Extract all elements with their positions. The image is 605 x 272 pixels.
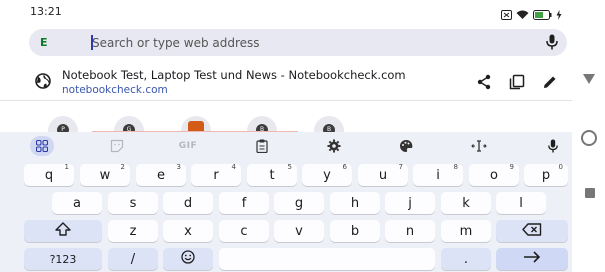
key-y[interactable]: y6 (302, 163, 352, 186)
space-key[interactable] (219, 248, 435, 270)
key-hint: 8 (453, 163, 458, 171)
key-label: q (44, 167, 54, 183)
suggestion-row[interactable]: Notebook Test, Laptop Test und News - No… (29, 62, 572, 102)
keyboard-mic-icon[interactable] (543, 136, 563, 156)
key-l[interactable]: l (496, 192, 546, 214)
key-hint: 6 (342, 163, 347, 171)
key-label: u (378, 167, 388, 183)
key-hint: 3 (176, 163, 181, 171)
clipboard-icon[interactable] (252, 136, 272, 156)
key-label: i (436, 167, 440, 183)
back-button-icon[interactable] (582, 70, 596, 89)
battery-icon (533, 5, 552, 24)
period-key[interactable]: . (441, 248, 491, 270)
key-hint: 1 (64, 163, 69, 171)
key-label: p (541, 167, 551, 183)
key-n[interactable]: n (385, 220, 435, 242)
key-e[interactable]: e3 (136, 163, 186, 186)
key-h[interactable]: h (330, 192, 380, 214)
key-t[interactable]: t5 (247, 163, 297, 186)
key-hint: 9 (509, 163, 514, 171)
key-w[interactable]: w2 (80, 163, 130, 186)
key-g[interactable]: g (274, 192, 324, 214)
palette-icon[interactable] (396, 136, 416, 156)
key-f[interactable]: f (219, 192, 269, 214)
recents-button-icon[interactable] (585, 188, 595, 198)
key-u[interactable]: u7 (358, 163, 408, 186)
key-hint: 7 (398, 163, 403, 171)
soft-keyboard: GIF q1 w2 e3 r4 t5 y6 u7 i 8 o 9 p 0 a s… (0, 132, 572, 272)
status-bar: 13:21 (0, 0, 572, 24)
key-label: o (490, 167, 498, 183)
key-label: e (157, 167, 165, 183)
mic-icon[interactable] (546, 34, 558, 54)
status-time: 13:21 (30, 5, 62, 18)
emoji-key[interactable] (163, 248, 213, 270)
share-icon[interactable] (474, 72, 494, 92)
sticker-icon[interactable] (107, 136, 127, 156)
address-input[interactable] (92, 34, 512, 51)
gif-button[interactable]: GIF (177, 136, 199, 156)
status-icons (501, 5, 562, 24)
key-m[interactable]: m (441, 220, 491, 242)
key-hint: 0 (558, 163, 563, 171)
key-label: w (99, 167, 111, 183)
key-hint: 4 (231, 163, 236, 171)
system-navigation-bar (572, 0, 605, 272)
emoji-icon (181, 250, 195, 268)
key-o[interactable]: o9 (469, 163, 519, 186)
key-i[interactable]: i8 (413, 163, 463, 186)
settings-gear-icon[interactable] (324, 136, 344, 156)
key-hint: 2 (120, 163, 125, 171)
divider (0, 100, 572, 101)
globe-icon (35, 73, 51, 93)
symbols-key[interactable]: ?123 (24, 248, 102, 270)
backspace-key[interactable] (496, 220, 568, 242)
copy-icon[interactable] (507, 72, 527, 92)
suggestion-title: Notebook Test, Laptop Test und News - No… (62, 68, 406, 82)
edit-icon[interactable] (540, 72, 560, 92)
shift-key[interactable] (24, 220, 102, 242)
apps-grid-icon[interactable] (30, 136, 54, 156)
key-j[interactable]: j (385, 192, 435, 214)
home-button-icon[interactable] (581, 130, 597, 146)
key-label: t (269, 167, 275, 183)
key-label: r (213, 167, 219, 183)
key-v[interactable]: v (274, 220, 324, 242)
key-c[interactable]: c (219, 220, 269, 242)
key-k[interactable]: k (441, 192, 491, 214)
charging-icon (556, 5, 562, 24)
text-cursor-control-icon[interactable] (469, 136, 489, 156)
notification-x-icon (501, 5, 512, 24)
key-a[interactable]: a (52, 192, 102, 214)
key-z[interactable]: z (108, 220, 158, 242)
key-r[interactable]: r4 (191, 163, 241, 186)
key-label: y (323, 167, 331, 183)
browser-screen: 13:21 E Notebook Test, Lap (0, 0, 605, 272)
key-b[interactable]: b (330, 220, 380, 242)
key-q[interactable]: q1 (24, 163, 74, 186)
text-cursor (91, 35, 93, 50)
key-hint: 5 (287, 163, 292, 171)
key-s[interactable]: s (108, 192, 158, 214)
shift-icon (55, 222, 71, 240)
backspace-icon (522, 222, 542, 240)
enter-key[interactable] (496, 248, 568, 270)
address-bar[interactable]: E (29, 29, 567, 56)
keyboard-toolbar: GIF (0, 132, 572, 160)
wifi-icon (516, 5, 529, 24)
key-p[interactable]: p0 (524, 163, 568, 186)
key-x[interactable]: x (163, 220, 213, 242)
key-d[interactable]: d (163, 192, 213, 214)
search-engine-icon[interactable]: E (40, 36, 48, 49)
suggestion-url: notebookcheck.com (62, 84, 168, 96)
arrow-right-icon (523, 251, 541, 267)
slash-key[interactable]: / (108, 248, 158, 270)
